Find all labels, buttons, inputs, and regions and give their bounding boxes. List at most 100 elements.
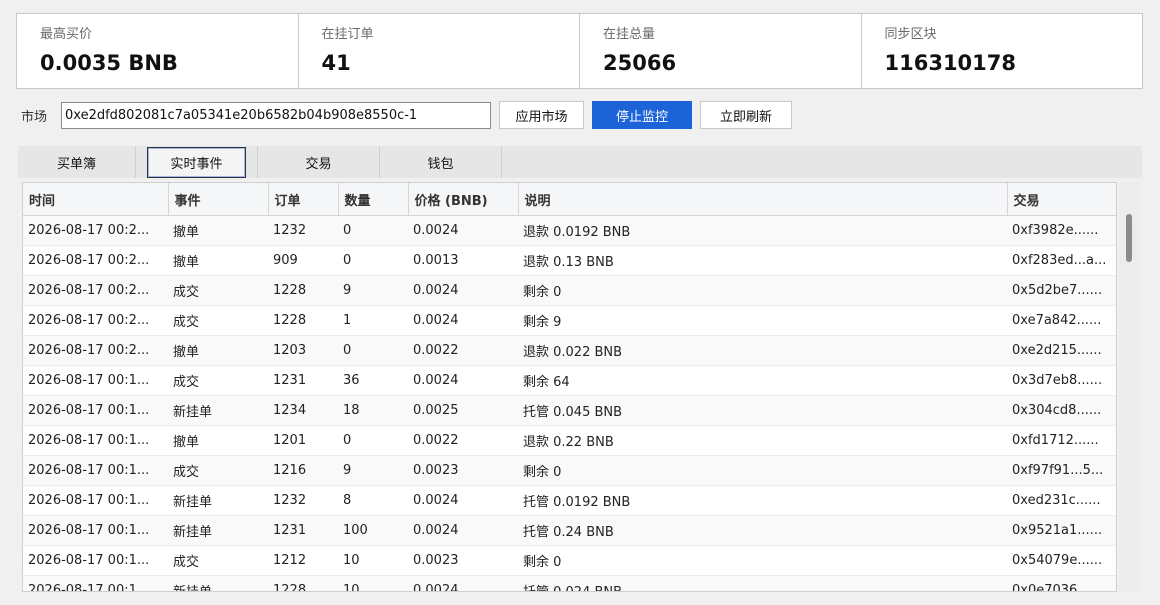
cell-order: 1232 [268,215,338,246]
cell-time: 2026-08-17 00:1... [23,545,168,576]
refresh-now-button[interactable]: 立即刷新 [700,101,792,129]
table-row[interactable]: 2026-08-17 00:2... 成交 1228 1 0.0024 剩余 9 0xe7a… [23,305,1116,336]
cell-quantity: 1 [338,305,408,336]
cell-description: 退款 0.022 BNB [518,335,1007,366]
table-row[interactable]: 2026-08-17 00:1... 新挂单 1231 100 0.0024 托管 0.2… [23,515,1116,546]
cell-price: 0.0022 [408,335,518,366]
table-row[interactable]: 2026-08-17 00:2... 撤单 1232 0 0.0024 退款 0.0192… [23,215,1116,246]
cell-price: 0.0023 [408,455,518,486]
cell-price: 0.0024 [408,485,518,516]
cell-description: 退款 0.0192 BNB [518,215,1007,246]
cell-description: 托管 0.0192 BNB [518,485,1007,516]
column-header-event[interactable]: 事件 [168,183,269,216]
cell-quantity: 9 [338,455,408,486]
apply-market-button[interactable]: 应用市场 [499,101,584,129]
cell-transaction[interactable]: 0xf3982e...... [1007,215,1116,246]
cell-description: 退款 0.13 BNB [518,245,1007,276]
cell-price: 0.0024 [408,305,518,336]
cell-event: 新挂单 [168,485,268,516]
cell-transaction[interactable]: 0x54079e...... [1007,545,1116,576]
cell-price: 0.0022 [408,425,518,456]
table-row[interactable]: 2026-08-17 00:1... 撤单 1201 0 0.0022 退款 0.22 B… [23,425,1116,456]
stat-label: 同步区块 [884,27,937,42]
tab-label: 钱包 [427,156,454,172]
cell-order: 1228 [268,275,338,306]
cell-time: 2026-08-17 00:1... [23,575,168,591]
stat-label: 最高买价 [40,27,93,42]
cell-transaction[interactable]: 0xf97f91...5... [1007,455,1116,486]
cell-transaction[interactable]: 0x9521a1...... [1007,515,1116,546]
table-row[interactable]: 2026-08-17 00:1... 新挂单 1232 8 0.0024 托管 0.019… [23,485,1116,516]
cell-time: 2026-08-17 00:2... [23,305,168,336]
table-row[interactable]: 2026-08-17 00:1... 成交 1216 9 0.0023 剩余 0 0xf97… [23,455,1116,486]
tab-live-events[interactable]: 实时事件 [136,146,258,178]
cell-transaction[interactable]: 0x3d7eb8...... [1007,365,1116,396]
column-header-price[interactable]: 价格 (BNB) [408,183,519,216]
cell-transaction[interactable]: 0xe7a842...... [1007,305,1116,336]
cell-transaction[interactable]: 0xfd1712...... [1007,425,1116,456]
cell-quantity: 18 [338,395,408,426]
cell-order: 1228 [268,575,338,591]
table-row[interactable]: 2026-08-17 00:1... 成交 1212 10 0.0023 剩余 0 0x54… [23,545,1116,576]
cell-transaction[interactable]: 0xed231c...... [1007,485,1116,516]
cell-time: 2026-08-17 00:1... [23,425,168,456]
cell-quantity: 0 [338,245,408,276]
column-header-time[interactable]: 时间 [23,183,169,216]
cell-transaction[interactable]: 0x5d2be7...... [1007,275,1116,306]
cell-event: 撤单 [168,425,268,456]
market-toolbar: 市场 应用市场 停止监控 立即刷新 [21,101,800,129]
market-label: 市场 [21,109,48,125]
column-header-order[interactable]: 订单 [268,183,339,216]
cell-order: 1203 [268,335,338,366]
column-header-quantity[interactable]: 数量 [338,183,409,216]
tab-order-book[interactable]: 买单簿 [18,146,136,178]
stat-label: 在挂订单 [321,27,374,42]
tab-label: 买单簿 [56,156,96,172]
cell-time: 2026-08-17 00:1... [23,395,168,426]
cell-description: 托管 0.24 BNB [518,515,1007,546]
cell-quantity: 8 [338,485,408,516]
cell-transaction[interactable]: 0xf283ed...a... [1007,245,1116,276]
cell-event: 撤单 [168,215,268,246]
stat-value: 0.0035 BNB [40,51,178,75]
cell-time: 2026-08-17 00:1... [23,485,168,516]
table-row[interactable]: 2026-08-17 00:1... 新挂单 1234 18 0.0025 托管 0.04… [23,395,1116,426]
events-table: 时间 事件 订单 数量 价格 (BNB) 说明 交易 2026-08-17 00… [22,182,1117,592]
stop-monitor-button[interactable]: 停止监控 [592,101,692,129]
column-header-description[interactable]: 说明 [518,183,1008,216]
tab-bar: 买单簿 实时事件 交易 钱包 [18,146,1142,178]
cell-order: 1232 [268,485,338,516]
stat-value: 41 [321,51,351,75]
cell-quantity: 36 [338,365,408,396]
cell-transaction[interactable]: 0x304cd8...... [1007,395,1116,426]
cell-event: 撤单 [168,335,268,366]
cell-transaction[interactable]: 0x0e7036...... [1007,575,1116,591]
table-row[interactable]: 2026-08-17 00:2... 成交 1228 9 0.0024 剩余 0 0x5d2… [23,275,1116,306]
cell-time: 2026-08-17 00:2... [23,215,168,246]
cell-quantity: 0 [338,335,408,366]
cell-time: 2026-08-17 00:2... [23,275,168,306]
table-scrollbar[interactable] [1119,182,1140,592]
table-row[interactable]: 2026-08-17 00:1... 成交 1231 36 0.0024 剩余 64 0x3… [23,365,1116,396]
scrollbar-thumb[interactable] [1126,214,1132,262]
stat-value: 25066 [603,51,677,75]
tab-trades[interactable]: 交易 [258,146,380,178]
table-row[interactable]: 2026-08-17 00:2... 撤单 1203 0 0.0022 退款 0.022 … [23,335,1116,366]
cell-description: 退款 0.22 BNB [518,425,1007,456]
table-row[interactable]: 2026-08-17 00:2... 撤单 909 0 0.0013 退款 0.13 BN… [23,245,1116,276]
cell-event: 成交 [168,545,268,576]
cell-order: 1231 [268,365,338,396]
cell-transaction[interactable]: 0xe2d215...... [1007,335,1116,366]
cell-event: 成交 [168,275,268,306]
cell-description: 剩余 64 [518,365,1007,396]
cell-event: 新挂单 [168,515,268,546]
cell-quantity: 9 [338,275,408,306]
tab-label: 实时事件 [147,146,246,178]
cell-time: 2026-08-17 00:2... [23,245,168,276]
tab-wallet[interactable]: 钱包 [380,146,502,178]
column-header-transaction[interactable]: 交易 [1007,183,1116,216]
table-row[interactable]: 2026-08-17 00:1...新挂单1228100.0024托管 0.02… [23,575,1116,591]
cell-price: 0.0024 [408,215,518,246]
cell-price: 0.0024 [408,275,518,306]
market-address-input[interactable] [61,101,491,129]
